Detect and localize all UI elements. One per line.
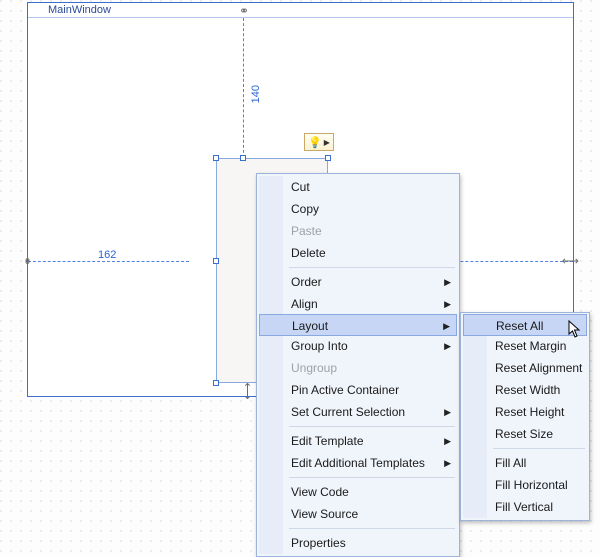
layout-item-separator — [493, 448, 585, 449]
anchor-left-icon[interactable]: ⚭ — [21, 256, 33, 266]
menu-item-edit-additional-templates[interactable]: Edit Additional Templates▶ — [259, 452, 457, 474]
menu-item-edit-template[interactable]: Edit Template▶ — [259, 430, 457, 452]
menu-item-paste: Paste — [259, 220, 457, 242]
submenu-arrow-icon: ▶ — [444, 271, 451, 293]
submenu-arrow-icon: ▶ — [443, 315, 450, 337]
layout-submenu[interactable]: Reset AllReset MarginReset AlignmentRese… — [460, 312, 590, 521]
smarttag-button[interactable]: 💡 ▶ — [304, 133, 334, 151]
resize-handle-ne[interactable] — [325, 155, 331, 161]
chevron-right-icon: ▶ — [324, 138, 330, 147]
menu-item-separator — [289, 426, 455, 427]
submenu-arrow-icon: ▶ — [444, 401, 451, 423]
layout-item-reset-height[interactable]: Reset Height — [463, 401, 587, 423]
menu-item-group-into[interactable]: Group Into▶ — [259, 335, 457, 357]
resize-handle-n[interactable] — [240, 155, 246, 161]
layout-item-reset-all[interactable]: Reset All — [463, 314, 587, 336]
menu-item-view-source[interactable]: View Source — [259, 503, 457, 525]
menu-item-separator — [289, 528, 455, 529]
menu-item-order[interactable]: Order▶ — [259, 271, 457, 293]
menu-item-ungroup: Ungroup — [259, 357, 457, 379]
layout-item-reset-size[interactable]: Reset Size — [463, 423, 587, 445]
dimension-left: 162 — [98, 249, 116, 261]
window-title: MainWindow — [28, 3, 573, 18]
layout-item-fill-vertical[interactable]: Fill Vertical — [463, 496, 587, 518]
menu-item-cut[interactable]: Cut — [259, 176, 457, 198]
guide-top — [243, 18, 244, 158]
resize-handle-sw[interactable] — [213, 380, 219, 386]
guide-left — [28, 261, 189, 262]
menu-item-align[interactable]: Align▶ — [259, 293, 457, 315]
resize-handle-nw[interactable] — [213, 155, 219, 161]
anchor-right-icon[interactable]: ⟷ — [562, 255, 579, 267]
anchor-bottom-icon[interactable]: ⟷ — [242, 382, 254, 399]
layout-item-fill-all[interactable]: Fill All — [463, 452, 587, 474]
menu-item-copy[interactable]: Copy — [259, 198, 457, 220]
layout-item-reset-alignment[interactable]: Reset Alignment — [463, 357, 587, 379]
menu-item-layout[interactable]: Layout▶ — [259, 314, 457, 336]
lightbulb-icon: 💡 — [308, 136, 322, 149]
submenu-arrow-icon: ▶ — [444, 335, 451, 357]
anchor-top-icon[interactable]: ⚭ — [239, 5, 249, 17]
submenu-arrow-icon: ▶ — [444, 452, 451, 474]
context-menu[interactable]: CutCopyPasteDelete Order▶Align▶Layout▶Gro… — [256, 173, 460, 557]
dimension-top: 140 — [250, 85, 262, 103]
resize-handle-w[interactable] — [213, 258, 219, 264]
menu-item-pin-active-container[interactable]: Pin Active Container — [259, 379, 457, 401]
menu-item-delete[interactable]: Delete — [259, 242, 457, 264]
menu-item-separator — [289, 267, 455, 268]
submenu-arrow-icon: ▶ — [444, 430, 451, 452]
menu-item-separator — [289, 477, 455, 478]
menu-item-set-current-selection[interactable]: Set Current Selection▶ — [259, 401, 457, 423]
layout-item-fill-horizontal[interactable]: Fill Horizontal — [463, 474, 587, 496]
submenu-arrow-icon: ▶ — [444, 293, 451, 315]
layout-item-reset-margin[interactable]: Reset Margin — [463, 335, 587, 357]
menu-item-properties[interactable]: Properties — [259, 532, 457, 554]
layout-item-reset-width[interactable]: Reset Width — [463, 379, 587, 401]
menu-item-view-code[interactable]: View Code — [259, 481, 457, 503]
